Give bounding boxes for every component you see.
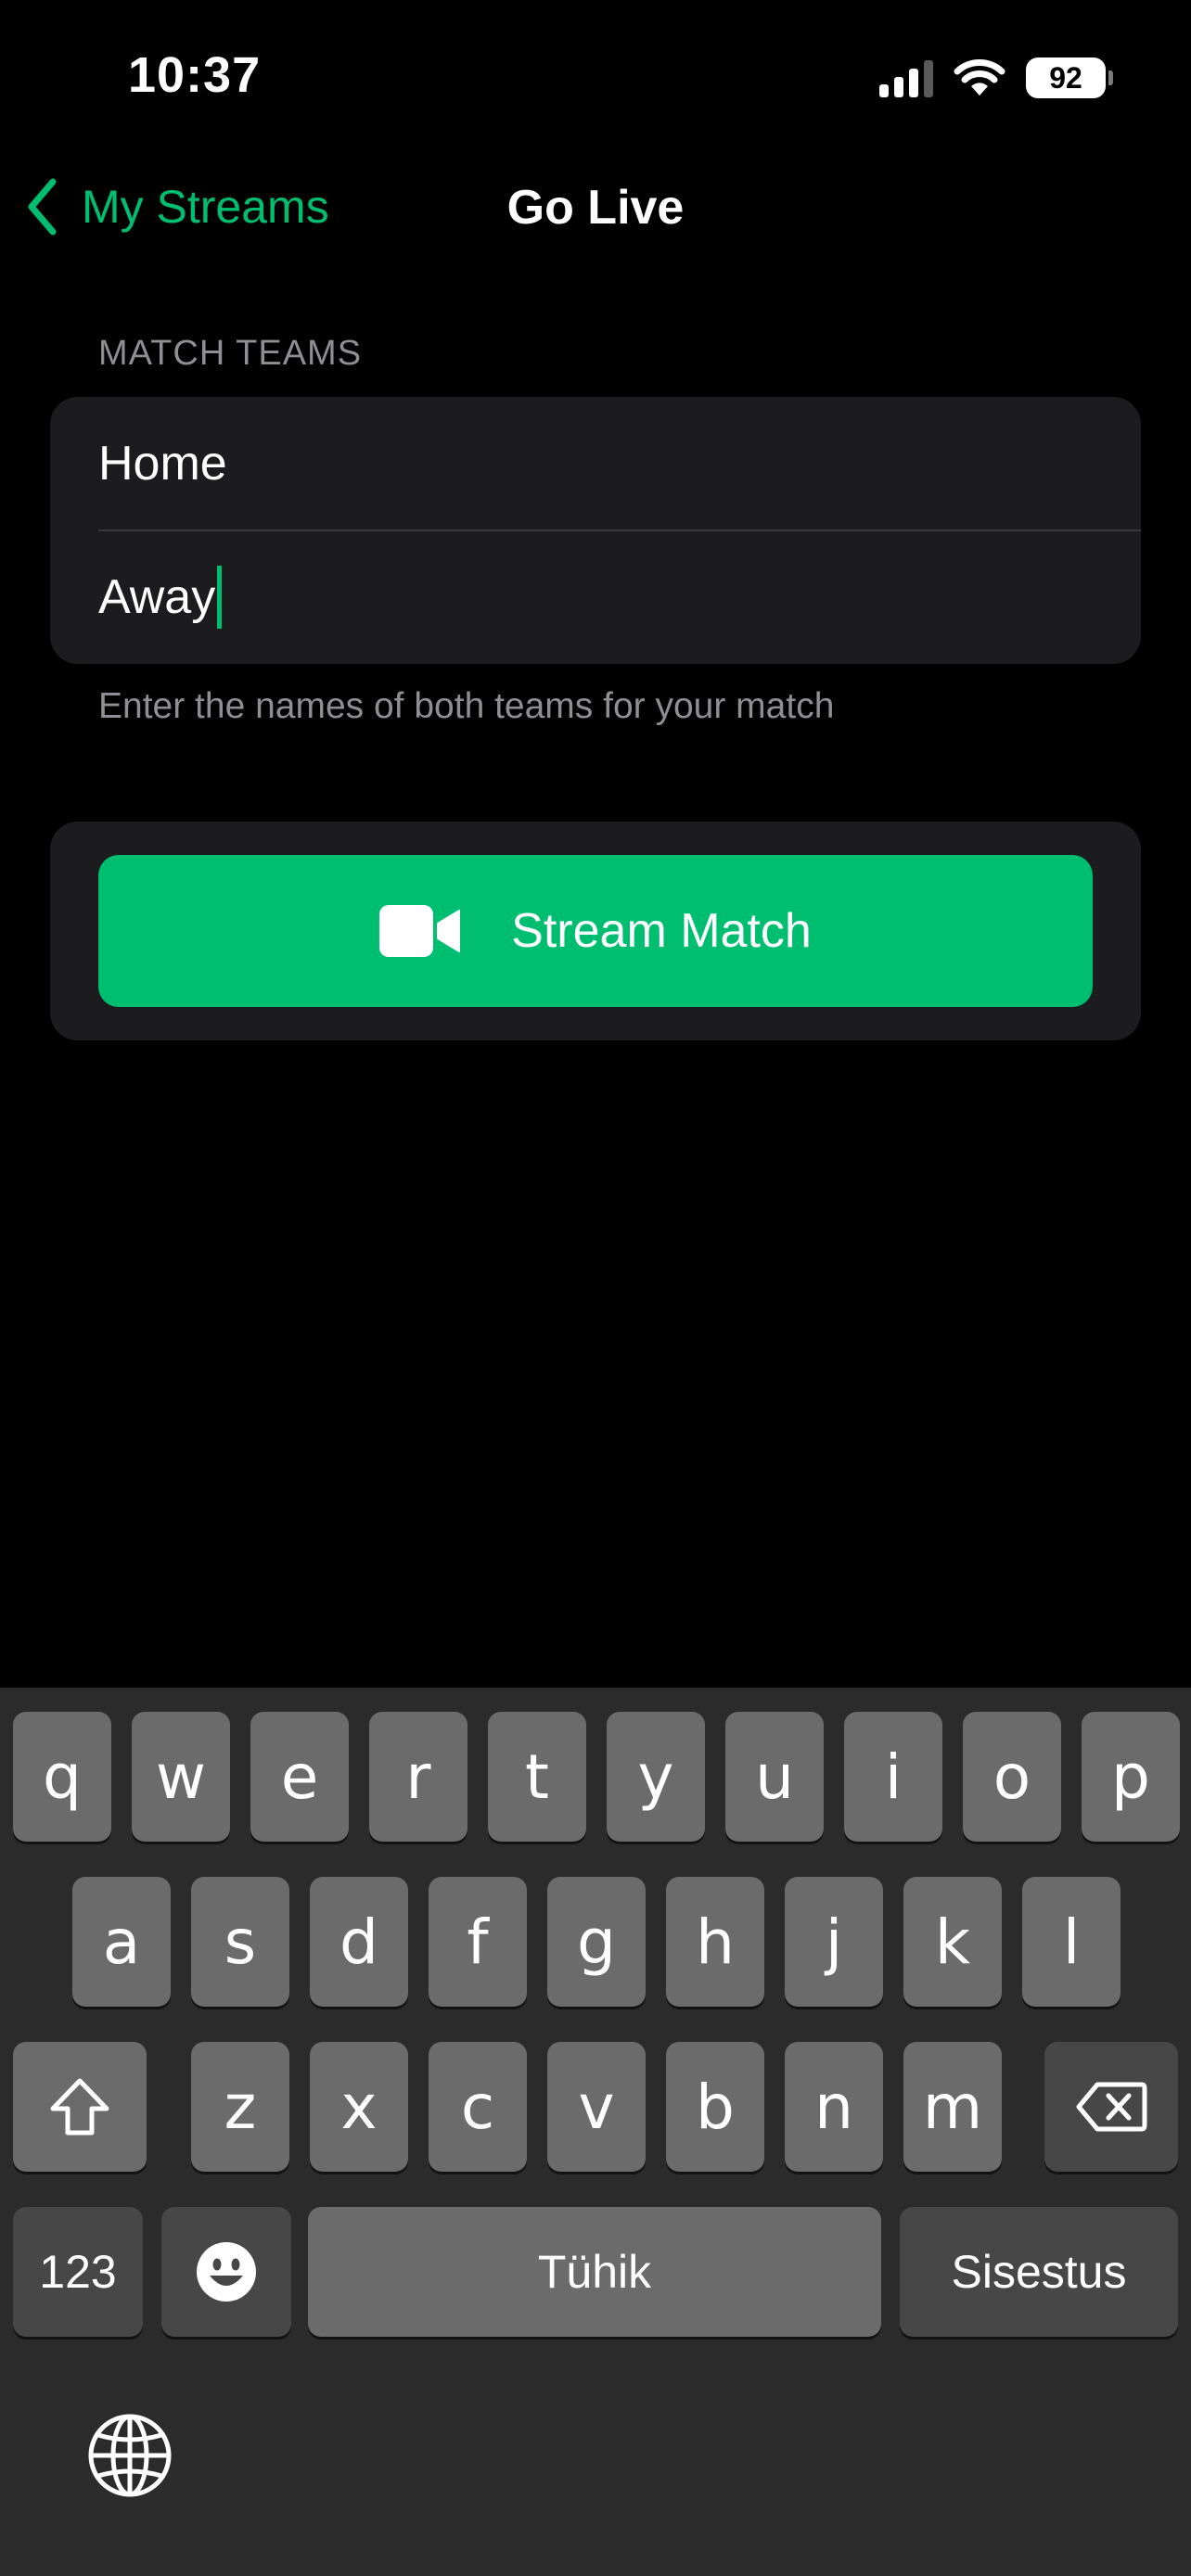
key-c[interactable]: c — [429, 2042, 527, 2172]
space-key[interactable]: Tühik — [308, 2207, 881, 2337]
wifi-icon — [954, 58, 1005, 97]
key-f[interactable]: f — [429, 1877, 527, 2007]
key-d[interactable]: d — [310, 1877, 408, 2007]
text-caret — [217, 566, 223, 629]
key-s[interactable]: s — [191, 1877, 289, 2007]
stream-match-button[interactable]: Stream Match — [98, 855, 1093, 1007]
key-v[interactable]: v — [547, 2042, 646, 2172]
key-r[interactable]: r — [369, 1712, 467, 1842]
key-i[interactable]: i — [844, 1712, 942, 1842]
away-team-field[interactable]: Away — [98, 530, 1141, 664]
key-e[interactable]: e — [250, 1712, 349, 1842]
away-team-value: Away — [98, 570, 216, 624]
home-team-value: Home — [98, 437, 227, 491]
globe-key[interactable] — [85, 2411, 174, 2500]
battery-level: 92 — [1026, 57, 1106, 98]
key-a[interactable]: a — [72, 1877, 171, 2007]
chevron-left-icon — [28, 178, 57, 236]
numbers-key[interactable]: 123 — [13, 2207, 143, 2337]
globe-icon — [88, 2414, 172, 2497]
key-z[interactable]: z — [191, 2042, 289, 2172]
key-j[interactable]: j — [785, 1877, 883, 2007]
key-x[interactable]: x — [310, 2042, 408, 2172]
key-t[interactable]: t — [488, 1712, 586, 1842]
shift-key[interactable] — [13, 2042, 147, 2172]
key-l[interactable]: l — [1022, 1877, 1121, 2007]
key-h[interactable]: h — [666, 1877, 764, 2007]
emoji-icon — [197, 2242, 256, 2302]
back-button[interactable]: My Streams — [26, 178, 329, 236]
status-time: 10:37 — [128, 47, 262, 103]
key-o[interactable]: o — [963, 1712, 1061, 1842]
key-w[interactable]: w — [132, 1712, 230, 1842]
back-button-label: My Streams — [82, 181, 329, 233]
cellular-signal-icon — [879, 58, 933, 97]
key-p[interactable]: p — [1082, 1712, 1180, 1842]
shift-icon — [50, 2078, 109, 2136]
status-bar: 10:37 92 — [0, 0, 1191, 158]
key-q[interactable]: q — [13, 1712, 111, 1842]
delete-icon — [1076, 2082, 1147, 2132]
status-icons: 92 — [879, 57, 1113, 98]
key-k[interactable]: k — [903, 1877, 1002, 2007]
home-team-field[interactable]: Home — [98, 397, 1141, 530]
team-fields-group: Home Away — [50, 397, 1141, 664]
stream-match-label: Stream Match — [511, 904, 812, 958]
keyboard: q w e r t y u i o p a s d f g h j k l z … — [0, 1688, 1191, 2576]
stream-button-group: Stream Match — [50, 822, 1141, 1040]
video-camera-icon — [379, 905, 461, 957]
delete-key[interactable] — [1044, 2042, 1178, 2172]
emoji-key[interactable] — [161, 2207, 291, 2337]
section-footer: Enter the names of both teams for your m… — [98, 686, 835, 726]
section-header: MATCH TEAMS — [98, 334, 363, 373]
key-g[interactable]: g — [547, 1877, 646, 2007]
key-b[interactable]: b — [666, 2042, 764, 2172]
key-n[interactable]: n — [785, 2042, 883, 2172]
key-m[interactable]: m — [903, 2042, 1002, 2172]
key-u[interactable]: u — [725, 1712, 824, 1842]
return-key[interactable]: Sisestus — [900, 2207, 1178, 2337]
key-y[interactable]: y — [607, 1712, 705, 1842]
battery-icon: 92 — [1026, 57, 1113, 98]
